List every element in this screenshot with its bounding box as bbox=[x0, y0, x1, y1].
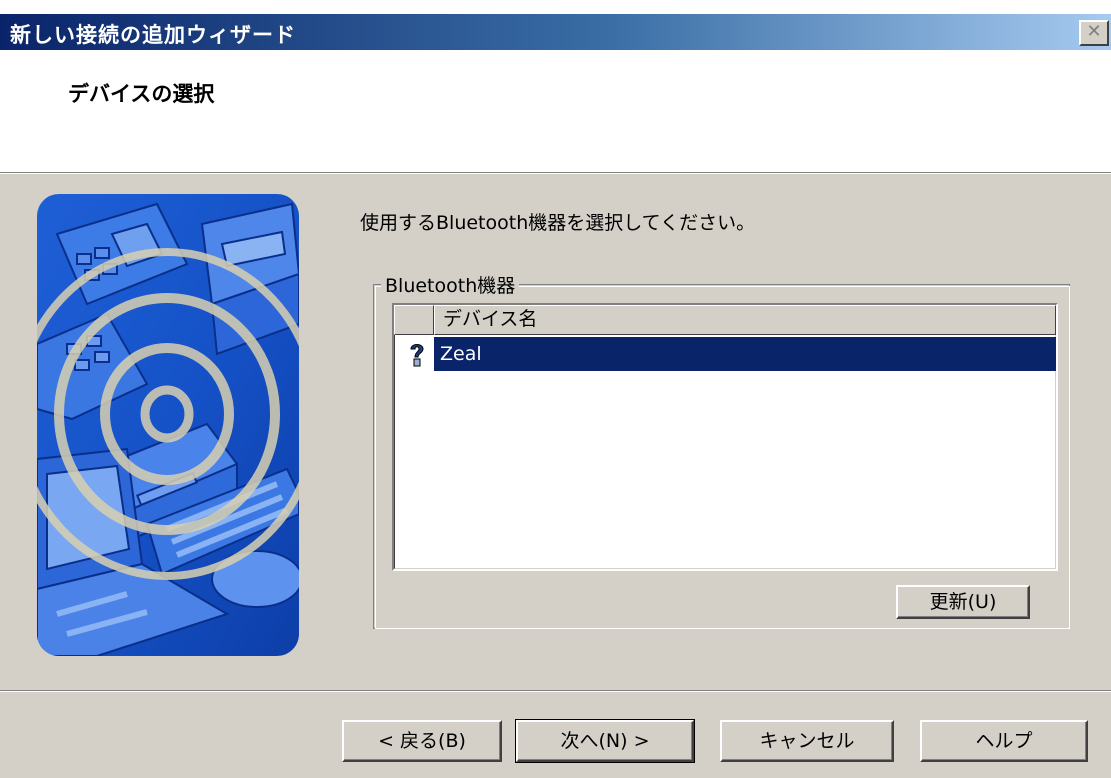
device-list[interactable]: デバイス名 Zeal bbox=[392, 303, 1058, 571]
title-bar[interactable]: 新しい接続の追加ウィザード ✕ bbox=[0, 14, 1111, 50]
refresh-button[interactable]: 更新(U) bbox=[896, 585, 1030, 619]
wizard-header: デバイスの選択 bbox=[0, 50, 1111, 174]
device-name-cell[interactable]: Zeal bbox=[434, 337, 1056, 371]
list-item[interactable]: Zeal bbox=[394, 337, 1056, 371]
footer-separator bbox=[0, 690, 1111, 692]
window-title: 新しい接続の追加ウィザード bbox=[10, 23, 296, 47]
help-button[interactable]: ヘルプ bbox=[920, 720, 1088, 762]
column-header-icon[interactable] bbox=[394, 305, 434, 335]
instruction-text: 使用するBluetooth機器を選択してください。 bbox=[360, 212, 756, 234]
page-title: デバイスの選択 bbox=[68, 82, 215, 106]
question-device-icon bbox=[410, 344, 424, 367]
top-strip bbox=[0, 0, 1111, 14]
cancel-button[interactable]: キャンセル bbox=[720, 720, 894, 762]
bluetooth-devices-group: Bluetooth機器 デバイス名 Zeal 更新(U) bbox=[373, 271, 1070, 629]
close-button[interactable]: ✕ bbox=[1079, 20, 1109, 46]
wizard-illustration bbox=[37, 194, 299, 656]
back-button[interactable]: < 戻る(B) bbox=[342, 720, 502, 762]
column-header-device-name[interactable]: デバイス名 bbox=[434, 305, 1056, 335]
next-button[interactable]: 次へ(N) > bbox=[515, 719, 695, 763]
group-label: Bluetooth機器 bbox=[381, 271, 520, 298]
